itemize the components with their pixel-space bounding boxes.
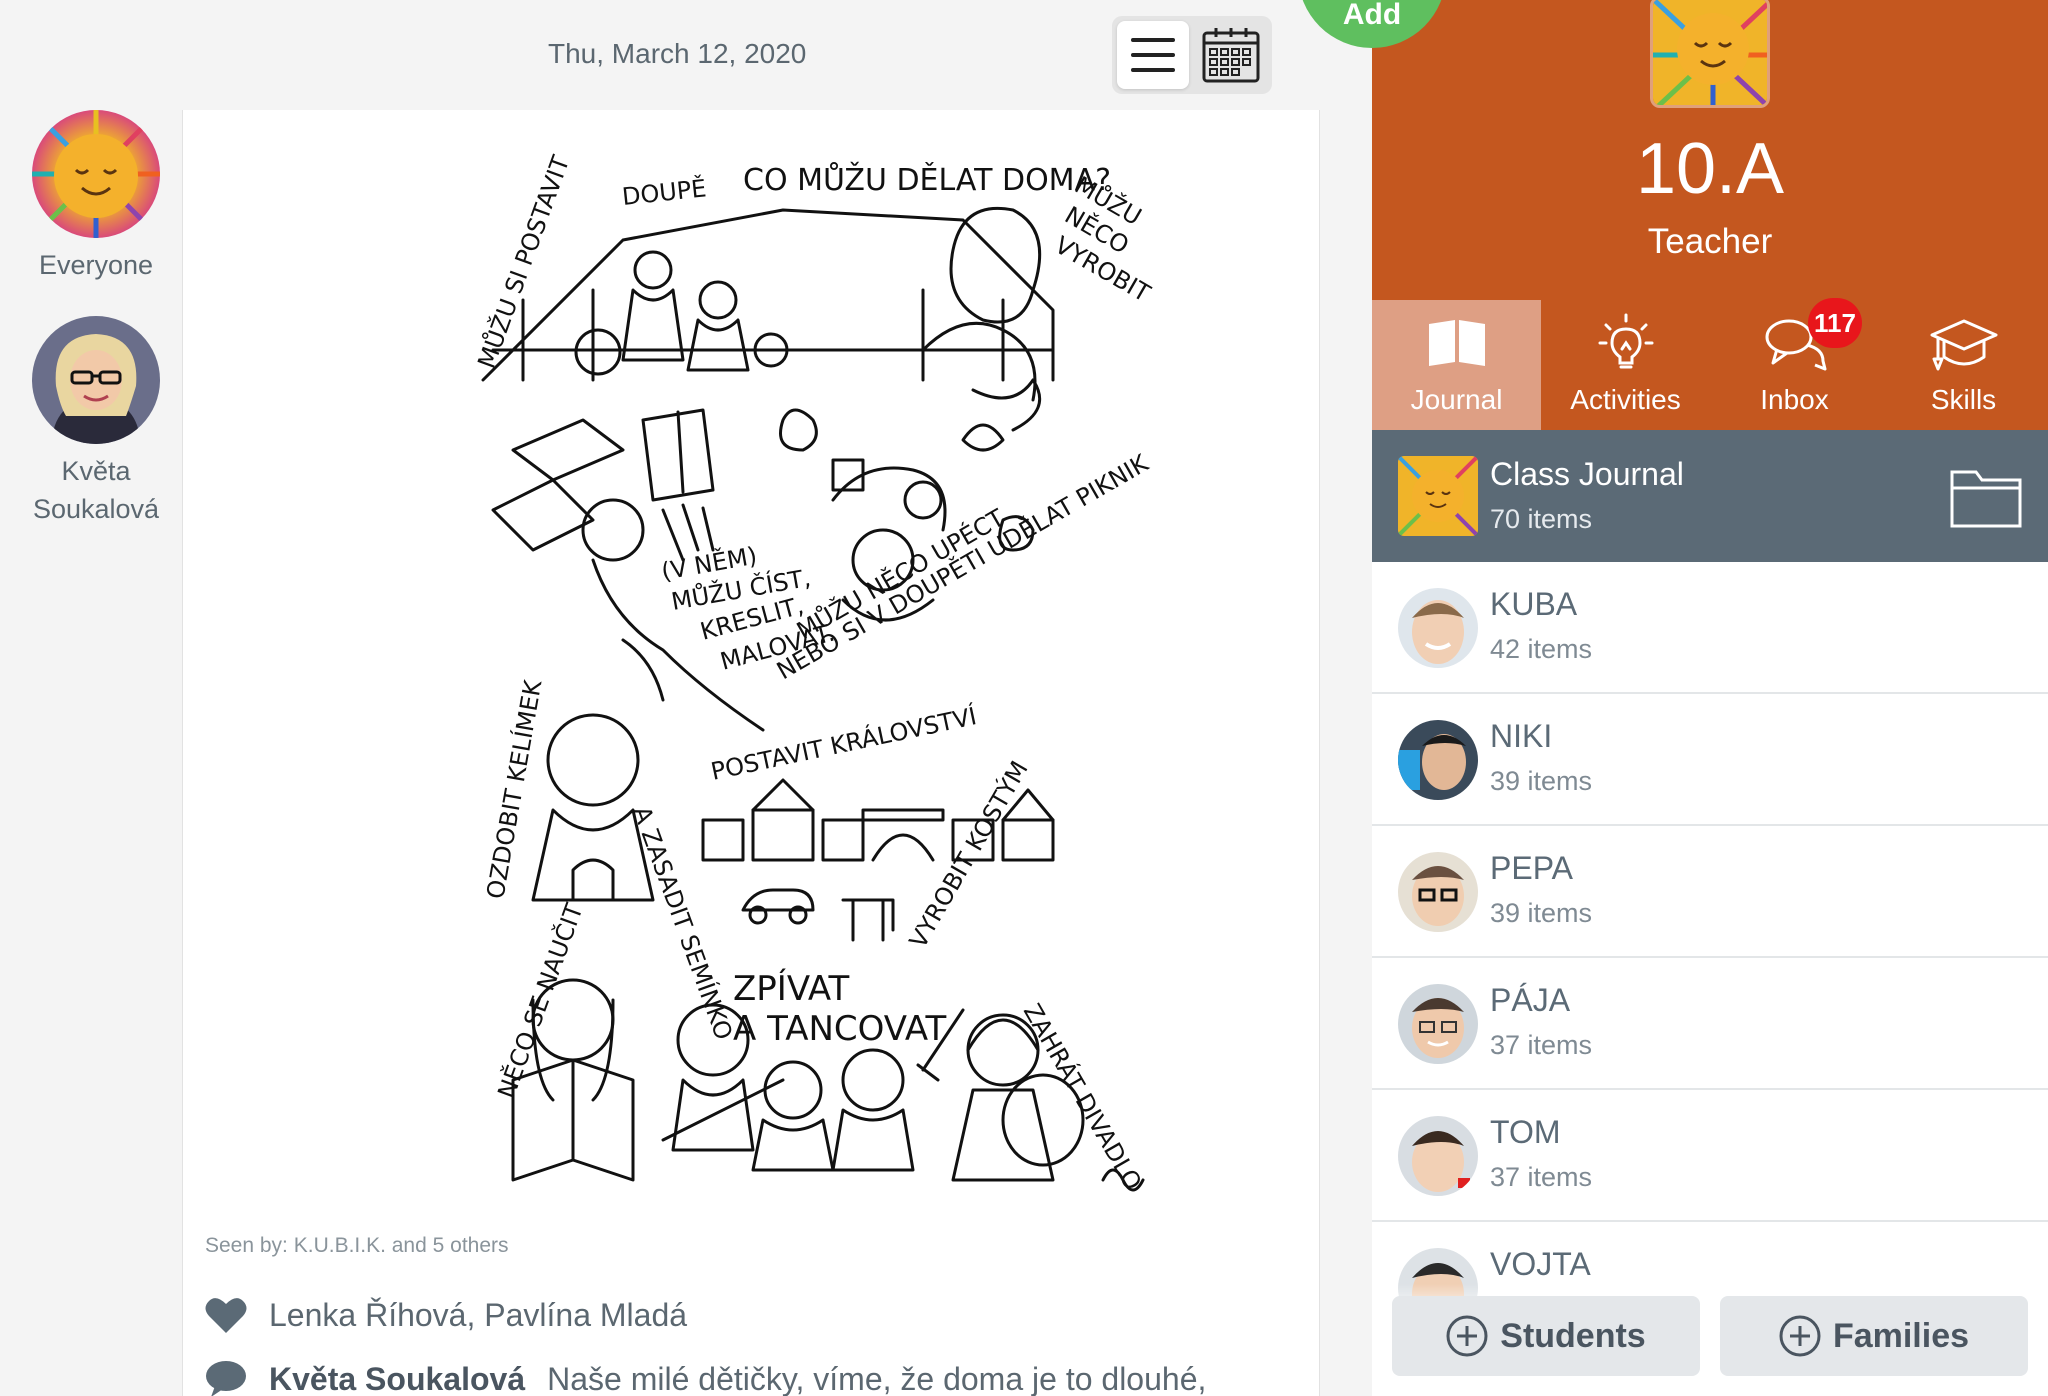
lightbulb-icon [1598,313,1653,369]
student-name: PÁJA [1490,982,1571,1018]
student-item-count: 42 items [1490,634,1593,664]
comment-row: Květa Soukalová Naše milé dětičky, víme,… [205,1360,1206,1396]
calendar-view-button[interactable] [1195,21,1267,89]
image-heading: CO MŮŽU DĚLAT DOMA? [743,161,1111,198]
student-row-niki[interactable]: NIKI 39 items [1372,694,2048,826]
student-row-kuba[interactable]: KUBA 42 items [1372,562,2048,694]
author-filter-column: Everyone Květa Soukalová [0,110,182,1396]
tab-label: Inbox [1760,384,1829,415]
plus-circle-icon [1446,1315,1488,1357]
tab-journal[interactable]: Journal [1372,300,1541,430]
student-item-count: 39 items [1490,898,1593,928]
class-journal-count: 70 items [1490,504,1593,534]
person-avatar [32,316,160,444]
add-families-label: Families [1832,1316,1970,1355]
student-name: KUBA [1490,586,1578,622]
class-role: Teacher [1647,222,1773,261]
svg-text:VYROBIT KOSTÝM: VYROBIT KOSTÝM [903,756,1034,953]
plus-circle-icon [1779,1315,1821,1357]
student-avatar [1398,1116,1478,1196]
svg-text:ZPÍVAT: ZPÍVAT [733,968,850,1009]
student-avatar [1398,984,1478,1064]
tab-activities[interactable]: Activities [1541,300,1710,430]
comment-text: Naše milé dětičky, víme, že doma je to d… [547,1360,1207,1396]
student-row-pepa[interactable]: PEPA 39 items [1372,826,2048,958]
student-item-count: 39 items [1490,766,1593,796]
class-journal-title: Class Journal [1490,456,1684,492]
folder-icon[interactable] [1950,466,2022,528]
author-last-name: Soukalová [32,494,160,524]
add-families-button[interactable]: Families [1720,1296,2028,1376]
student-item-count: 37 items [1490,1162,1593,1192]
tab-label: Activities [1570,384,1681,415]
tab-skills[interactable]: Skills [1879,300,2048,430]
class-journal-avatar [1398,456,1478,536]
likes-names: Lenka Říhová, Pavlína Mladá [269,1296,688,1333]
student-list: KUBA 42 items NIKI 39 items PEPA 39 item… [1372,562,2048,1354]
graduation-cap-icon [1930,319,1997,371]
class-header: 10.A Teacher [1372,0,2048,300]
class-avatar[interactable] [1650,0,1770,108]
post-image[interactable]: CO MŮŽU DĚLAT DOMA? DOUPĚ MŮŽU SI POSTAV… [363,120,1323,1210]
feed-date: Thu, March 12, 2020 [548,38,807,69]
feed-header: Thu, March 12, 2020 [0,0,1372,110]
class-journal-row[interactable]: Class Journal 70 items [1372,430,2048,562]
add-students-button[interactable]: Students [1392,1296,1700,1376]
class-panel: 10.A Teacher Journal Activities 117 Inbo… [1372,0,2048,1396]
student-avatar [1398,852,1478,932]
view-toggle [1112,16,1272,94]
sun-avatar [32,110,160,238]
student-name: TOM [1490,1114,1561,1150]
add-students-label: Students [1500,1316,1646,1355]
student-avatar [1398,720,1478,800]
student-row-tom[interactable]: TOM 37 items [1372,1090,2048,1222]
class-name: 10.A [1635,129,1785,209]
svg-text:DOUPĚ: DOUPĚ [621,173,708,211]
book-icon [1428,320,1485,366]
comment-icon[interactable] [205,1360,247,1396]
student-name: NIKI [1490,718,1553,754]
student-name: PEPA [1490,850,1573,886]
student-name: VOJTA [1490,1246,1591,1282]
post-card: CO MŮŽU DĚLAT DOMA? DOUPĚ MŮŽU SI POSTAV… [182,110,1320,1396]
list-view-button[interactable] [1117,21,1189,89]
list-icon [1131,38,1175,72]
author-name: Květa Soukalová [0,452,192,528]
inbox-badge: 117 [1808,298,1862,348]
svg-text:A TANCOVAT: A TANCOVAT [733,1009,946,1049]
tab-bar: Journal Activities 117 Inbox Skills [1372,298,2048,430]
svg-text:OZDOBIT KELÍMEK: OZDOBIT KELÍMEK [480,677,547,901]
author-everyone[interactable]: Everyone [0,110,192,284]
author-name: Everyone [38,250,154,280]
svg-text:NEBO SI V DOUPĚTI UDĚLAT PIKNI: NEBO SI V DOUPĚTI UDĚLAT PIKNIK [772,448,1154,686]
author-first-name: Květa [61,456,131,486]
tab-label: Skills [1930,384,1997,415]
calendar-icon [1202,28,1260,83]
svg-text:POSTAVIT KRÁLOVSTVÍ: POSTAVIT KRÁLOVSTVÍ [708,701,979,786]
svg-text:A ZASADIT SEMÍNKO: A ZASADIT SEMÍNKO [627,802,738,1043]
comment-author: Květa Soukalová [269,1360,526,1396]
tab-inbox[interactable]: 117 Inbox [1710,298,1879,430]
student-avatar [1398,588,1478,668]
student-item-count: 37 items [1490,1030,1593,1060]
author-kveta-soukalova[interactable]: Květa Soukalová [0,316,192,528]
tab-label: Journal [1410,384,1503,415]
bottom-actions: Students Families [1372,1284,2048,1396]
seen-by[interactable]: Seen by: K.U.B.I.K. and 5 others [205,1234,509,1258]
likes-row: Lenka Říhová, Pavlína Mladá [205,1296,687,1334]
student-row-paja[interactable]: PÁJA 37 items [1372,958,2048,1090]
heart-icon[interactable] [205,1296,247,1334]
